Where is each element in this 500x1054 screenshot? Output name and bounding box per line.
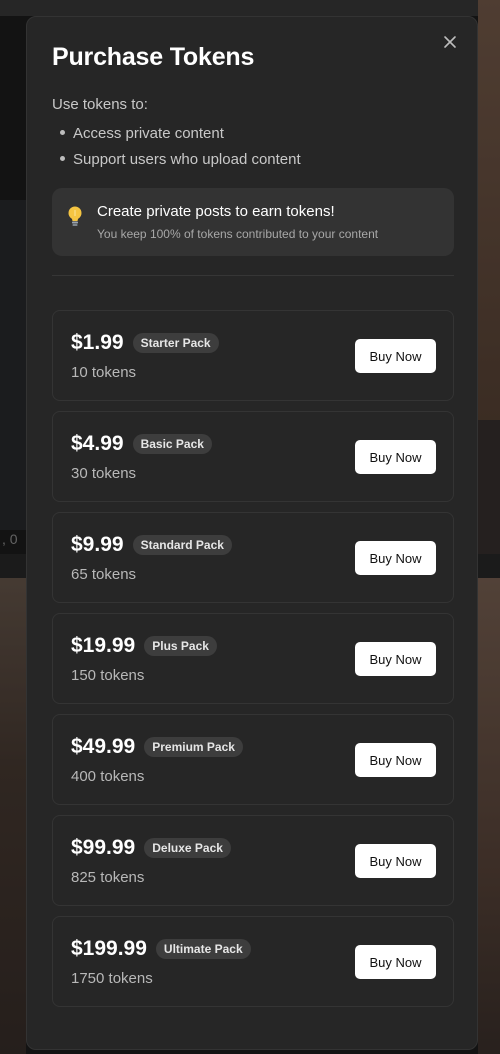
token-pack-card: $99.99 Deluxe Pack 825 tokens Buy Now: [52, 815, 454, 906]
uses-list-item: Support users who upload content: [60, 150, 301, 176]
uses-item-label: Access private content: [73, 125, 224, 142]
pack-token-count: 65 tokens: [71, 566, 137, 583]
background-header: [0, 0, 500, 16]
purchase-tokens-modal: Purchase Tokens Use tokens to: Access pr…: [26, 16, 478, 1050]
uses-list-item: Access private content: [60, 124, 301, 150]
buy-now-button[interactable]: Buy Now: [355, 440, 436, 474]
token-packs-list: $1.99 Starter Pack 10 tokens Buy Now $4.…: [52, 310, 454, 1017]
uses-list: Access private content Support users who…: [60, 124, 301, 176]
modal-title: Purchase Tokens: [52, 43, 255, 71]
pack-price: $99.99: [71, 836, 136, 859]
background-thumbnail: [478, 0, 500, 420]
pack-token-count: 400 tokens: [71, 768, 145, 785]
background-thumbnail: [478, 578, 500, 1054]
background-count-text: , 0: [2, 531, 18, 547]
pack-price: $49.99: [71, 735, 136, 758]
buy-now-button[interactable]: Buy Now: [355, 642, 436, 676]
token-pack-card: $1.99 Starter Pack 10 tokens Buy Now: [52, 310, 454, 401]
bullet-icon: [60, 129, 65, 135]
background-thumbnail: [0, 200, 26, 530]
tip-subtitle: You keep 100% of tokens contributed to y…: [97, 227, 379, 241]
pack-token-count: 1750 tokens: [71, 970, 153, 987]
token-pack-card: $4.99 Basic Pack 30 tokens Buy Now: [52, 411, 454, 502]
earn-tokens-tip: Create private posts to earn tokens! You…: [52, 188, 454, 256]
buy-now-button[interactable]: Buy Now: [355, 541, 436, 575]
pack-price: $1.99: [71, 331, 124, 354]
lightbulb-icon: [68, 206, 82, 226]
token-pack-card: $9.99 Standard Pack 65 tokens Buy Now: [52, 512, 454, 603]
buy-now-button[interactable]: Buy Now: [355, 945, 436, 979]
bullet-icon: [60, 155, 65, 161]
pack-price: $199.99: [71, 937, 147, 960]
divider: [52, 275, 454, 276]
uses-item-label: Support users who upload content: [73, 151, 301, 168]
intro-text: Use tokens to:: [52, 96, 148, 113]
close-button[interactable]: [441, 33, 459, 51]
pack-price: $4.99: [71, 432, 124, 455]
tip-title: Create private posts to earn tokens!: [97, 203, 335, 220]
pack-token-count: 150 tokens: [71, 667, 145, 684]
close-icon: [444, 36, 456, 48]
background-thumbnail: [478, 420, 500, 554]
pack-name-badge: Standard Pack: [132, 535, 232, 555]
token-pack-card: $199.99 Ultimate Pack 1750 tokens Buy No…: [52, 916, 454, 1007]
pack-price: $19.99: [71, 634, 136, 657]
pack-name-badge: Deluxe Pack: [144, 838, 231, 858]
pack-name-badge: Basic Pack: [132, 434, 212, 454]
pack-token-count: 825 tokens: [71, 869, 145, 886]
pack-name-badge: Ultimate Pack: [155, 939, 251, 959]
pack-price: $9.99: [71, 533, 124, 556]
buy-now-button[interactable]: Buy Now: [355, 743, 436, 777]
pack-name-badge: Plus Pack: [144, 636, 217, 656]
pack-token-count: 30 tokens: [71, 465, 137, 482]
token-pack-card: $49.99 Premium Pack 400 tokens Buy Now: [52, 714, 454, 805]
buy-now-button[interactable]: Buy Now: [355, 844, 436, 878]
pack-name-badge: Premium Pack: [144, 737, 243, 757]
token-pack-card: $19.99 Plus Pack 150 tokens Buy Now: [52, 613, 454, 704]
buy-now-button[interactable]: Buy Now: [355, 339, 436, 373]
background-thumbnail: [0, 578, 26, 1054]
pack-name-badge: Starter Pack: [132, 333, 219, 353]
pack-token-count: 10 tokens: [71, 364, 137, 381]
